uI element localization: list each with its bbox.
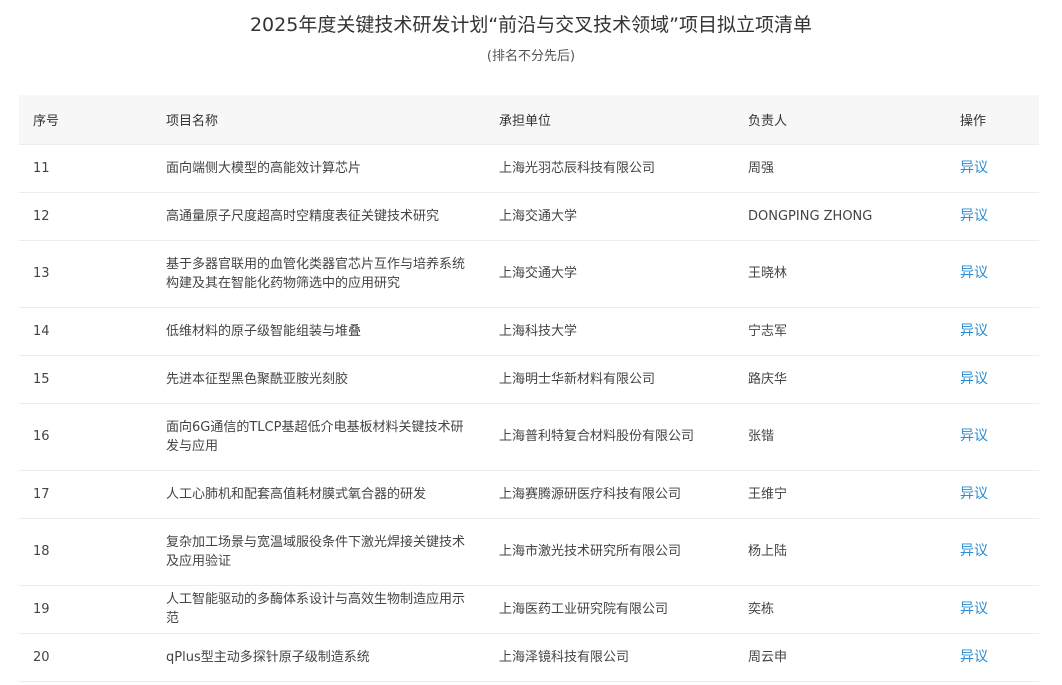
project-name: 面向端侧大模型的高能效计算芯片 [152, 144, 485, 193]
row-number: 11 [19, 144, 152, 193]
project-name: 基于多器官联用的血管化类器官芯片互作与培养系统构建及其在智能化药物筛选中的应用研… [152, 240, 485, 308]
action-cell: 异议 [946, 470, 1039, 519]
project-name: 高通量原子尺度超高时空精度表征关键技术研究 [152, 192, 485, 241]
project-lead: 奕栋 [734, 585, 946, 634]
organization: 上海交通大学 [485, 192, 734, 241]
action-cell: 异议 [946, 633, 1039, 682]
row-number: 18 [19, 518, 152, 586]
project-name: qPlus型主动多探针原子级制造系统 [152, 633, 485, 682]
objection-link[interactable]: 异议 [960, 486, 988, 502]
table-row: 14 低维材料的原子级智能组装与堆叠 上海科技大学 宁志军 异议 [19, 307, 1039, 356]
objection-link[interactable]: 异议 [960, 208, 988, 224]
organization: 上海泽镜科技有限公司 [485, 633, 734, 682]
objection-link[interactable]: 异议 [960, 601, 988, 617]
organization: 上海明士华新材料有限公司 [485, 355, 734, 404]
objection-link[interactable]: 异议 [960, 160, 988, 176]
action-cell: 异议 [946, 518, 1039, 586]
column-header-name: 项目名称 [152, 95, 485, 145]
project-lead: 杨上陆 [734, 518, 946, 586]
objection-link[interactable]: 异议 [960, 649, 988, 665]
row-number: 15 [19, 355, 152, 404]
row-number: 17 [19, 470, 152, 519]
column-header-action: 操作 [946, 95, 1039, 145]
project-lead: 王维宁 [734, 470, 946, 519]
objection-link[interactable]: 异议 [960, 371, 988, 387]
organization: 上海普利特复合材料股份有限公司 [485, 403, 734, 471]
objection-link[interactable]: 异议 [960, 265, 988, 281]
page-subtitle: (排名不分先后) [486, 49, 576, 64]
table-row: 20 qPlus型主动多探针原子级制造系统 上海泽镜科技有限公司 周云申 异议 [19, 633, 1039, 682]
table-row: 16 面向6G通信的TLCP基超低介电基板材料关键技术研发与应用 上海普利特复合… [19, 403, 1039, 471]
project-lead: 周云申 [734, 633, 946, 682]
table-row: 12 高通量原子尺度超高时空精度表征关键技术研究 上海交通大学 DONGPING… [19, 192, 1039, 241]
objection-link[interactable]: 异议 [960, 323, 988, 339]
organization: 上海科技大学 [485, 307, 734, 356]
project-lead: 王晓林 [734, 240, 946, 308]
organization: 上海光羽芯辰科技有限公司 [485, 144, 734, 193]
project-table-container: 序号 项目名称 承担单位 负责人 操作 11 面向端侧大模型的高能效计算芯片 上… [19, 95, 1039, 682]
table-body: 11 面向端侧大模型的高能效计算芯片 上海光羽芯辰科技有限公司 周强 异议 12… [19, 144, 1039, 682]
column-header-no: 序号 [19, 95, 152, 145]
organization: 上海市激光技术研究所有限公司 [485, 518, 734, 586]
project-lead: 路庆华 [734, 355, 946, 404]
table-row: 15 先进本征型黑色聚酰亚胺光刻胶 上海明士华新材料有限公司 路庆华 异议 [19, 355, 1039, 404]
row-number: 19 [19, 585, 152, 634]
organization: 上海赛腾源研医疗科技有限公司 [485, 470, 734, 519]
organization: 上海医药工业研究院有限公司 [485, 585, 734, 634]
project-name: 人工心肺机和配套高值耗材膜式氧合器的研发 [152, 470, 485, 519]
project-name: 面向6G通信的TLCP基超低介电基板材料关键技术研发与应用 [152, 403, 485, 471]
table-row: 13 基于多器官联用的血管化类器官芯片互作与培养系统构建及其在智能化药物筛选中的… [19, 240, 1039, 308]
project-name: 人工智能驱动的多酶体系设计与高效生物制造应用示范 [152, 585, 485, 634]
action-cell: 异议 [946, 192, 1039, 241]
row-number: 16 [19, 403, 152, 471]
project-name: 复杂加工场景与宽温域服役条件下激光焊接关键技术及应用验证 [152, 518, 485, 586]
column-header-org: 承担单位 [485, 95, 734, 145]
action-cell: 异议 [946, 355, 1039, 404]
action-cell: 异议 [946, 307, 1039, 356]
row-number: 13 [19, 240, 152, 308]
project-table: 序号 项目名称 承担单位 负责人 操作 11 面向端侧大模型的高能效计算芯片 上… [19, 95, 1039, 682]
project-name: 先进本征型黑色聚酰亚胺光刻胶 [152, 355, 485, 404]
row-number: 20 [19, 633, 152, 682]
action-cell: 异议 [946, 240, 1039, 308]
project-lead: DONGPING ZHONG [734, 192, 946, 241]
table-row: 11 面向端侧大模型的高能效计算芯片 上海光羽芯辰科技有限公司 周强 异议 [19, 144, 1039, 193]
action-cell: 异议 [946, 585, 1039, 634]
table-header-row: 序号 项目名称 承担单位 负责人 操作 [19, 95, 1039, 145]
project-lead: 周强 [734, 144, 946, 193]
project-lead: 宁志军 [734, 307, 946, 356]
table-header: 序号 项目名称 承担单位 负责人 操作 [19, 95, 1039, 145]
table-row: 18 复杂加工场景与宽温域服役条件下激光焊接关键技术及应用验证 上海市激光技术研… [19, 518, 1039, 586]
column-header-lead: 负责人 [734, 95, 946, 145]
objection-link[interactable]: 异议 [960, 428, 988, 444]
objection-link[interactable]: 异议 [960, 543, 988, 559]
action-cell: 异议 [946, 403, 1039, 471]
organization: 上海交通大学 [485, 240, 734, 308]
row-number: 14 [19, 307, 152, 356]
project-lead: 张锴 [734, 403, 946, 471]
action-cell: 异议 [946, 144, 1039, 193]
table-row: 19 人工智能驱动的多酶体系设计与高效生物制造应用示范 上海医药工业研究院有限公… [19, 585, 1039, 634]
table-row: 17 人工心肺机和配套高值耗材膜式氧合器的研发 上海赛腾源研医疗科技有限公司 王… [19, 470, 1039, 519]
row-number: 12 [19, 192, 152, 241]
page-title: 2025年度关键技术研发计划“前沿与交叉技术领域”项目拟立项清单 [249, 14, 813, 36]
project-name: 低维材料的原子级智能组装与堆叠 [152, 307, 485, 356]
